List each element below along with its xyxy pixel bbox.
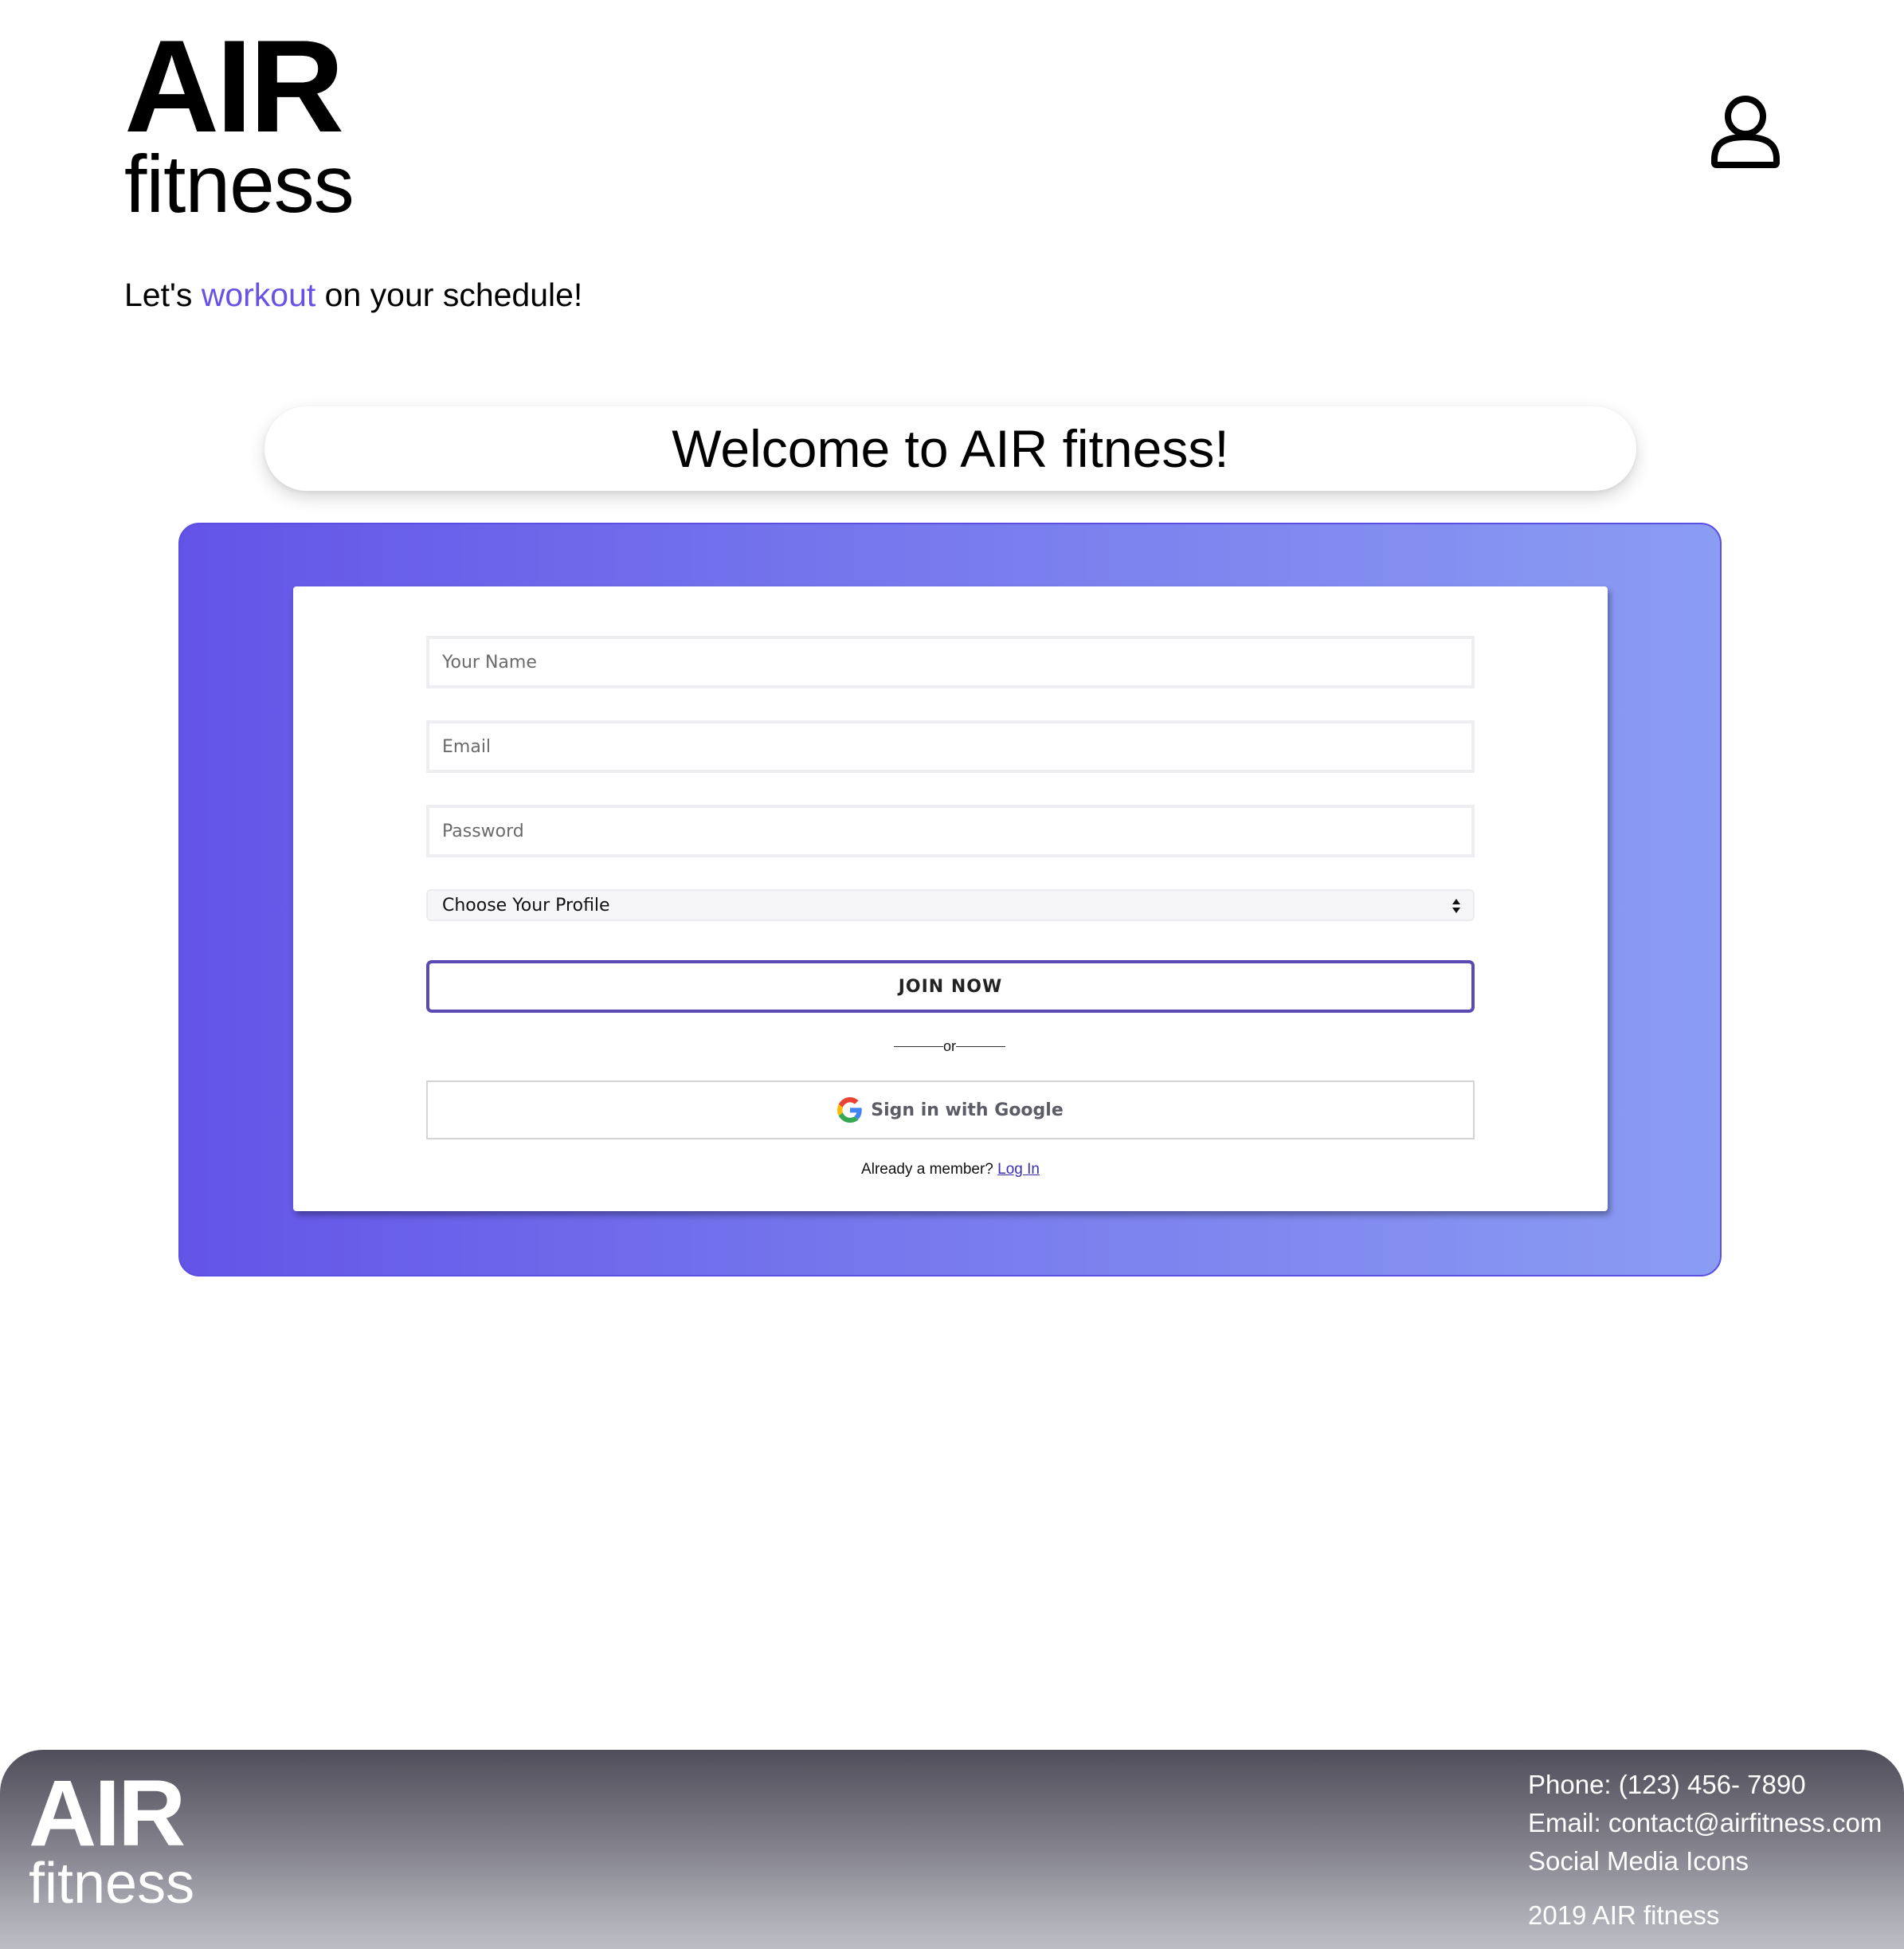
logo-air-text: AIR bbox=[124, 13, 344, 159]
google-signin-label: Sign in with Google bbox=[871, 1100, 1064, 1120]
footer: AIR fitness Phone: (123) 456- 7890 Email… bbox=[0, 1750, 1904, 1949]
google-icon bbox=[837, 1097, 862, 1123]
footer-social: Social Media Icons bbox=[1528, 1846, 1749, 1876]
profile-select-value: Choose Your Profile bbox=[442, 895, 610, 916]
footer-logo-air: AIR bbox=[29, 1761, 186, 1866]
select-arrows-icon bbox=[1452, 899, 1460, 913]
password-input[interactable] bbox=[426, 805, 1475, 857]
footer-phone: Phone: (123) 456- 7890 bbox=[1528, 1770, 1806, 1799]
logo-fitness-text: fitness bbox=[124, 139, 355, 229]
name-input[interactable] bbox=[426, 636, 1475, 688]
join-now-button[interactable]: JOIN NOW bbox=[426, 960, 1475, 1013]
profile-select[interactable]: Choose Your Profile bbox=[426, 889, 1475, 921]
login-link[interactable]: Log In bbox=[997, 1161, 1040, 1178]
tagline-suffix: on your schedule! bbox=[315, 276, 583, 313]
separator-line-right bbox=[956, 1045, 1006, 1047]
welcome-banner: Welcome to AIR fitness! bbox=[264, 406, 1636, 491]
tagline: Let's workout on your schedule! bbox=[124, 275, 582, 315]
user-icon[interactable] bbox=[1710, 92, 1781, 169]
tagline-prefix: Let's bbox=[124, 276, 202, 313]
footer-logo[interactable]: AIR fitness bbox=[29, 1761, 195, 1916]
footer-logo-fitness: fitness bbox=[29, 1852, 195, 1916]
footer-email: Email: contact@airfitness.com bbox=[1528, 1808, 1882, 1837]
already-member-label: Already a member? bbox=[861, 1161, 998, 1178]
tagline-accent: workout bbox=[201, 276, 316, 313]
already-member-text: Already a member? Log In bbox=[0, 1161, 1901, 1178]
separator-line-left bbox=[894, 1045, 943, 1047]
email-input[interactable] bbox=[426, 720, 1475, 773]
footer-contact: Phone: (123) 456- 7890 Email: contact@ai… bbox=[1528, 1766, 1882, 1935]
site-logo[interactable]: AIR fitness bbox=[124, 13, 355, 229]
footer-copyright: 2019 AIR fitness bbox=[1528, 1900, 1720, 1930]
or-separator: or bbox=[894, 1036, 1006, 1057]
welcome-title: Welcome to AIR fitness! bbox=[672, 419, 1229, 478]
or-label: or bbox=[943, 1037, 957, 1054]
google-signin-button[interactable]: Sign in with Google bbox=[426, 1080, 1475, 1139]
join-now-label: JOIN NOW bbox=[898, 976, 1003, 997]
